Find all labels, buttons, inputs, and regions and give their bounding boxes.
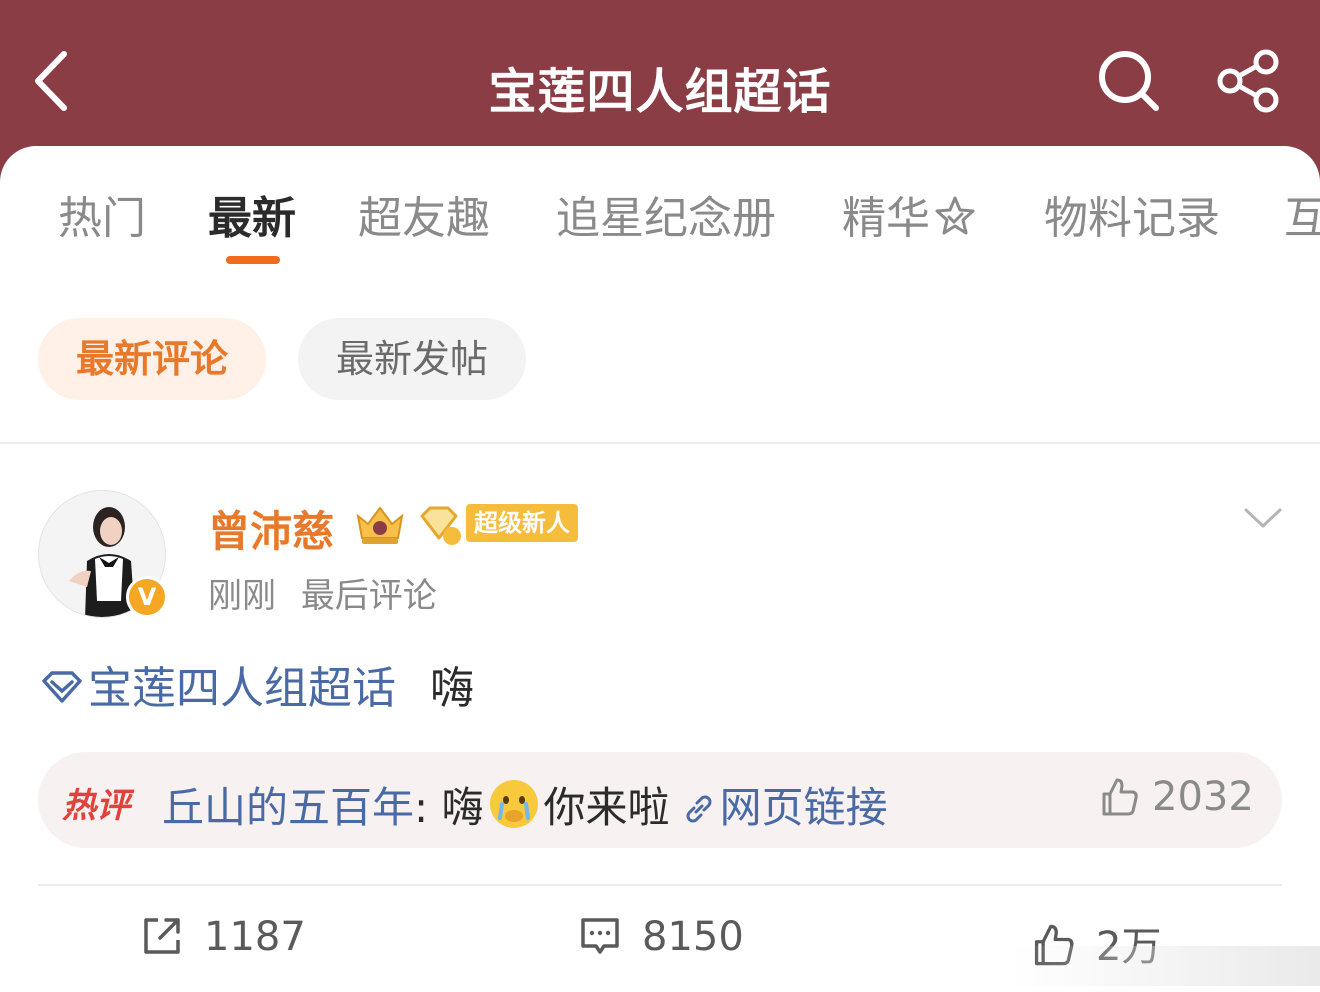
- hot-comment-rest: 你来啦: [543, 783, 670, 832]
- crown-badge-icon: [356, 506, 404, 544]
- share-icon[interactable]: [1214, 48, 1284, 114]
- hot-comment-like[interactable]: 2032: [1098, 774, 1254, 820]
- comment-count: 8150: [642, 914, 744, 960]
- repost-count: 1187: [204, 914, 306, 960]
- repost-button[interactable]: 1187: [140, 914, 306, 960]
- topic-link[interactable]: 宝莲四人组超话: [40, 663, 410, 714]
- tab-merch-records[interactable]: 物料记录: [1044, 182, 1220, 246]
- verified-badge: V: [126, 576, 168, 618]
- post-time: 刚刚: [208, 576, 276, 616]
- hot-comment-author[interactable]: 丘山的五百年: [162, 783, 414, 832]
- tab-bar: 热门 最新 超友趣 追星纪念册 精华 物料记录 互: [0, 182, 1320, 244]
- tab-essence-label: 精华: [842, 193, 930, 244]
- tab-super-friends[interactable]: 超友趣: [358, 182, 490, 246]
- chevron-down-icon[interactable]: [1240, 498, 1286, 538]
- watermark-overlay: [1010, 946, 1320, 986]
- hot-comment[interactable]: 热评 丘山的五百年: 嗨 你来啦 网页链接 2032: [38, 752, 1282, 848]
- super-newcomer-tag: 超级新人: [466, 504, 578, 542]
- post-meta: 刚刚 最后评论: [208, 568, 437, 617]
- tab-fan-album[interactable]: 追星纪念册: [556, 182, 776, 246]
- tab-interact[interactable]: 互: [1284, 182, 1320, 246]
- author-name[interactable]: 曾沛慈: [208, 498, 334, 559]
- supertopic-icon: [42, 671, 82, 703]
- star-icon: [935, 196, 975, 235]
- post-meta-note: 最后评论: [300, 576, 437, 616]
- tab-essence[interactable]: 精华: [842, 182, 978, 246]
- topic-label: 宝莲四人组超话: [88, 663, 396, 714]
- diamond-badge-icon: [420, 506, 461, 545]
- web-link-label[interactable]: 网页链接: [720, 783, 888, 832]
- hot-comment-word: 嗨: [441, 783, 484, 832]
- filter-latest-comments[interactable]: 最新评论: [38, 318, 266, 400]
- hot-comment-like-count: 2032: [1152, 774, 1254, 820]
- thumbs-up-icon: [1102, 778, 1138, 816]
- post-content: 宝莲四人组超话 嗨: [40, 652, 474, 716]
- repost-icon: [144, 918, 180, 954]
- tab-hot[interactable]: 热门: [58, 182, 146, 246]
- hot-comment-separator: :: [414, 783, 429, 832]
- hot-comment-tag: 热评: [62, 786, 130, 826]
- action-divider: [38, 884, 1282, 886]
- top-bar: 宝莲四人组超话: [0, 0, 1320, 160]
- filter-latest-posts[interactable]: 最新发帖: [298, 318, 526, 400]
- hot-comment-text: 丘山的五百年: 嗨 你来啦 网页链接: [162, 774, 888, 835]
- search-icon[interactable]: [1096, 48, 1162, 114]
- section-divider: [0, 442, 1320, 444]
- comment-icon: [581, 918, 619, 954]
- link-icon: [686, 795, 712, 823]
- content-card: 热门 最新 超友趣 追星纪念册 精华 物料记录 互 最新评论 最新发帖 V 曾沛…: [0, 146, 1320, 992]
- active-tab-indicator: [226, 256, 280, 264]
- comment-button[interactable]: 8150: [578, 914, 744, 960]
- tab-latest[interactable]: 最新: [208, 182, 296, 246]
- crying-emoji-icon: [489, 780, 538, 828]
- post-text: 嗨: [430, 663, 474, 714]
